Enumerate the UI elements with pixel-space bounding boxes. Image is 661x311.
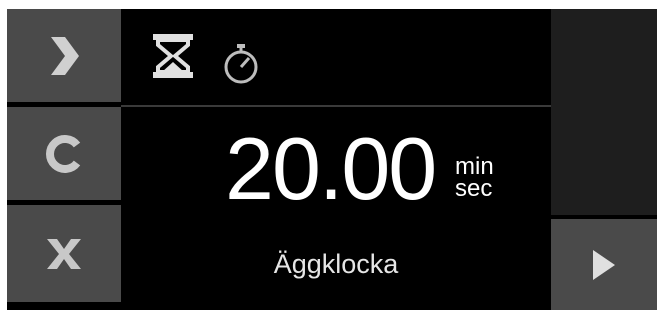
timer-value: 20.00 xyxy=(225,119,437,218)
stopwatch-icon[interactable] xyxy=(222,44,260,84)
start-button[interactable] xyxy=(551,219,657,310)
mode-selector xyxy=(121,9,551,107)
program-name: Äggklocka xyxy=(273,249,399,279)
close-icon xyxy=(47,238,81,269)
unit-seconds-label: sec xyxy=(455,175,493,202)
right-button-column xyxy=(551,9,657,310)
hourglass-icon[interactable] xyxy=(152,33,194,79)
chevron-right-icon xyxy=(51,36,79,75)
cancel-button[interactable] xyxy=(7,205,121,302)
next-button[interactable] xyxy=(7,9,121,107)
clear-icon xyxy=(46,134,81,173)
empty-panel xyxy=(551,9,657,215)
timer-screen: 20.00 min sec Äggklocka xyxy=(7,9,657,310)
left-button-column xyxy=(7,9,121,310)
play-icon xyxy=(593,249,615,280)
timer-display: 20.00 min sec Äggklocka xyxy=(121,9,551,310)
clear-button[interactable] xyxy=(7,107,121,205)
